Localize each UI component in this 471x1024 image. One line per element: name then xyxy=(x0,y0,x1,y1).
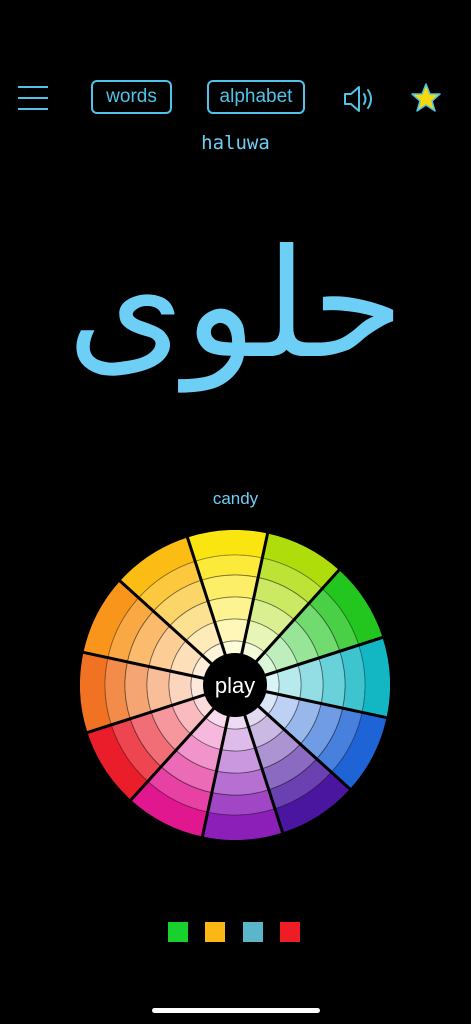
word-meaning: candy xyxy=(212,489,259,508)
selected-color-swatch xyxy=(168,922,188,942)
hamburger-menu-icon xyxy=(18,86,48,88)
arabic-word[interactable]: حلوى xyxy=(0,190,471,420)
selected-color-swatch xyxy=(280,922,300,942)
home-indicator[interactable] xyxy=(152,1008,320,1013)
star-icon xyxy=(411,83,441,112)
hamburger-menu-icon-line xyxy=(18,97,48,99)
sound-button[interactable] xyxy=(342,84,378,114)
speaker-volume-icon xyxy=(344,86,372,112)
words-button[interactable]: words xyxy=(91,80,172,114)
alphabet-button[interactable]: alphabet xyxy=(207,80,305,114)
selected-color-swatch xyxy=(243,922,263,942)
hamburger-menu-icon-line xyxy=(18,108,48,110)
transliteration-text: haluwa xyxy=(201,132,270,154)
menu-button[interactable] xyxy=(18,86,48,110)
selected-color-swatch xyxy=(205,922,225,942)
favorite-button[interactable] xyxy=(410,82,442,114)
play-label: play xyxy=(215,673,255,698)
play-button[interactable]: play xyxy=(203,653,267,717)
color-wheel[interactable]: play xyxy=(80,530,390,840)
